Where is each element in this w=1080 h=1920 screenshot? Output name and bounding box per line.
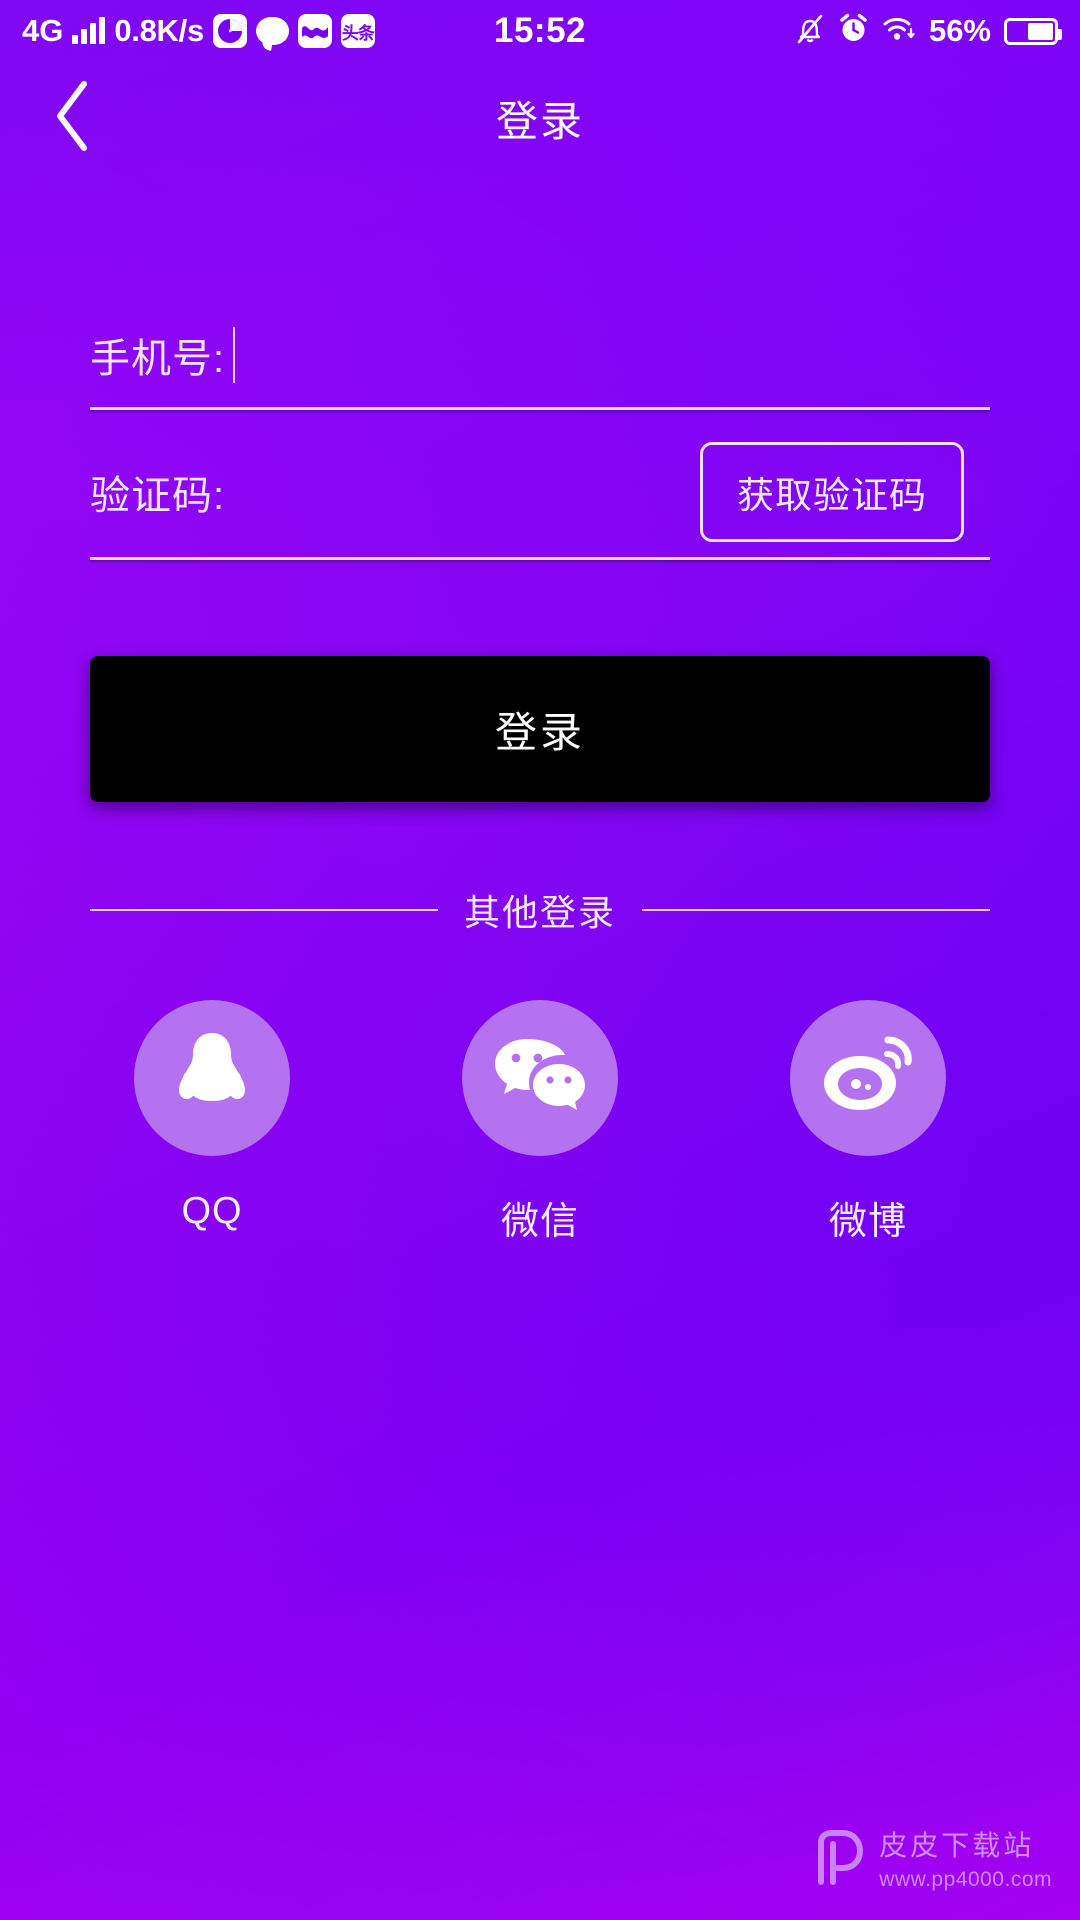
social-login-qq-label: QQ xyxy=(181,1190,243,1232)
page-header: 登录 xyxy=(0,62,1080,174)
wechat-icon xyxy=(491,1033,589,1124)
qq-circle xyxy=(134,1000,290,1156)
social-login-list: QQ 微信 微博 xyxy=(90,1000,990,1245)
phone-field-row[interactable]: 手机号: xyxy=(90,300,990,410)
qq-penguin-icon xyxy=(169,1029,255,1128)
weibo-circle xyxy=(790,1000,946,1156)
social-login-weibo-label: 微博 xyxy=(828,1201,907,1243)
code-field-label: 验证码: xyxy=(90,474,226,518)
other-login-divider: 其他登录 xyxy=(90,884,991,936)
watermark-texts: 皮皮下载站 www.pp4000.com xyxy=(879,1824,1052,1892)
watermark-url: www.pp4000.com xyxy=(879,1868,1052,1891)
other-login-label: 其他登录 xyxy=(464,892,617,933)
code-field-row[interactable]: 验证码: 获取验证码 xyxy=(90,424,990,560)
login-form: 手机号: 验证码: 获取验证码 登录 其他登录 QQ 微信 微博 xyxy=(90,300,991,1245)
status-bar-clock: 15:52 xyxy=(493,11,587,50)
watermark: 皮皮下载站 www.pp4000.com xyxy=(813,1824,1052,1892)
back-chevron-icon xyxy=(50,79,96,158)
wechat-circle xyxy=(462,1000,618,1156)
weibo-icon xyxy=(818,1030,918,1127)
divider-line-left xyxy=(90,909,438,911)
social-login-wechat[interactable]: 微信 xyxy=(440,1000,640,1245)
pp-logo-icon xyxy=(813,1830,865,1886)
watermark-site-name: 皮皮下载站 xyxy=(879,1830,1035,1861)
battery-icon xyxy=(1004,17,1062,45)
status-bar: 4G 0.8K/s 头条 15:52 56% xyxy=(0,0,1080,62)
login-submit-button[interactable]: 登录 xyxy=(90,656,990,802)
get-code-button[interactable]: 获取验证码 xyxy=(700,442,964,542)
social-login-weibo[interactable]: 微博 xyxy=(768,1000,968,1245)
divider-line-right xyxy=(642,909,991,911)
social-login-qq[interactable]: QQ xyxy=(112,1000,312,1245)
code-field-underline xyxy=(90,557,990,560)
phone-field-underline xyxy=(90,407,990,410)
phone-field-label: 手机号: xyxy=(90,337,226,381)
page-title: 登录 xyxy=(495,97,584,145)
text-cursor xyxy=(233,327,236,383)
social-login-wechat-label: 微信 xyxy=(500,1201,579,1243)
back-button[interactable] xyxy=(34,79,112,157)
